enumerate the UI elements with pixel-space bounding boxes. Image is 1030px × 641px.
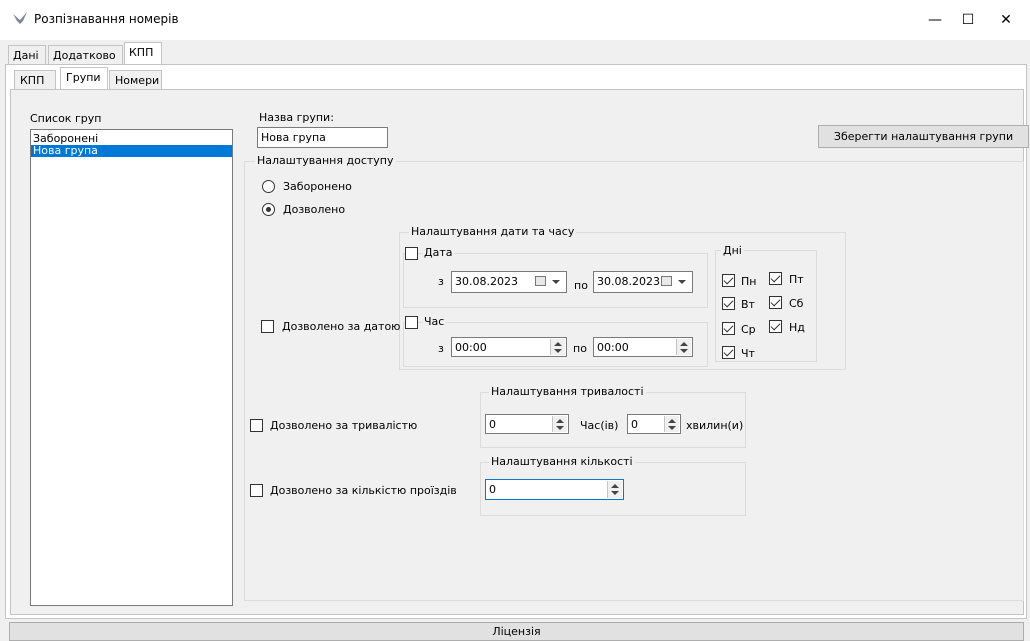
duration-minutes-spinner[interactable]	[664, 416, 679, 432]
access-settings-title: Налаштування доступу	[255, 154, 396, 167]
time-from-value: 00:00	[455, 341, 487, 354]
day-sun-checkbox[interactable]	[769, 320, 782, 333]
day-wed-label: Ср	[741, 323, 756, 336]
time-from-input[interactable]: 00:00	[451, 337, 567, 357]
day-tue-label: Вт	[741, 298, 755, 311]
duration-minutes-value: 0	[631, 418, 638, 431]
group-name-input[interactable]: Нова група	[257, 127, 388, 148]
allowed-label: Дозволено	[283, 203, 346, 216]
subtab-kpp[interactable]: КПП	[14, 70, 56, 89]
day-sun-label: Нд	[789, 321, 805, 334]
day-mon-checkbox[interactable]	[722, 274, 735, 287]
duration-hours-input[interactable]: 0	[485, 414, 569, 434]
calendar-icon[interactable]	[535, 276, 546, 286]
allowed-by-duration-checkbox[interactable]	[250, 419, 263, 432]
date-label: Дата	[422, 246, 455, 259]
time-label: Час	[422, 315, 447, 328]
duration-hours-spinner[interactable]	[552, 416, 567, 432]
count-value: 0	[489, 483, 496, 496]
day-wed-checkbox[interactable]	[722, 322, 735, 335]
day-tue-checkbox[interactable]	[722, 297, 735, 310]
forbidden-label: Заборонено	[283, 180, 352, 193]
title-bar: Розпізнавання номерів — ☐ ✕	[0, 0, 1030, 40]
allowed-radio[interactable]	[262, 203, 275, 216]
allowed-by-count-checkbox[interactable]	[250, 484, 263, 497]
subtab-numbers[interactable]: Номери	[109, 70, 162, 89]
license-status[interactable]: Ліцензія	[9, 622, 1024, 641]
group-list-label: Список груп	[30, 112, 102, 125]
access-settings-group	[244, 161, 1024, 601]
forbidden-radio[interactable]	[262, 180, 275, 193]
allowed-by-count-label: Дозволено за кількістю проїздів	[270, 484, 457, 497]
day-sat-label: Сб	[789, 297, 804, 310]
tab-additional[interactable]: Додатково	[48, 45, 123, 64]
day-thu-checkbox[interactable]	[722, 346, 735, 359]
day-fri-checkbox[interactable]	[769, 272, 782, 285]
date-to-label: по	[574, 279, 588, 292]
count-input[interactable]: 0	[485, 479, 624, 500]
duration-settings-title: Налаштування тривалості	[489, 385, 646, 398]
day-fri-label: Пт	[789, 273, 804, 286]
save-group-button[interactable]: Зберегти налаштування групи	[818, 125, 1029, 148]
date-from-label: з	[438, 275, 444, 288]
app-icon	[13, 12, 27, 24]
hours-label: Час(ів)	[580, 419, 619, 432]
group-listbox[interactable]: Заборонені Нова група	[30, 129, 233, 606]
subtab-groups[interactable]: Групи	[60, 67, 108, 89]
day-thu-label: Чт	[741, 347, 755, 360]
duration-minutes-input[interactable]: 0	[627, 414, 681, 434]
count-spinner[interactable]	[607, 481, 622, 498]
date-from-value: 30.08.2023	[455, 275, 518, 288]
minutes-label: хвилин(и)	[686, 419, 744, 432]
count-settings-title: Налаштування кількості	[489, 455, 635, 468]
calendar-icon[interactable]	[661, 276, 672, 286]
tab-kpp[interactable]: КПП	[124, 42, 162, 64]
time-checkbox[interactable]	[405, 316, 418, 329]
time-to-input[interactable]: 00:00	[593, 337, 693, 357]
close-button[interactable]: ✕	[983, 5, 1029, 35]
duration-hours-value: 0	[489, 418, 496, 431]
group-name-label: Назва групи:	[259, 111, 334, 124]
time-to-label: по	[573, 342, 587, 355]
time-to-spinner[interactable]	[676, 339, 691, 355]
day-sat-checkbox[interactable]	[769, 296, 782, 309]
list-item-selected[interactable]: Нова група	[31, 145, 232, 157]
time-from-label: з	[438, 342, 444, 355]
time-to-value: 00:00	[597, 341, 629, 354]
date-to-picker[interactable]: 30.08.2023	[593, 271, 693, 293]
tab-data[interactable]: Дані	[8, 45, 46, 64]
datetime-settings-title: Налаштування дати та часу	[409, 225, 577, 238]
date-from-picker[interactable]: 30.08.2023	[451, 271, 567, 293]
date-checkbox[interactable]	[405, 247, 418, 260]
time-from-spinner[interactable]	[550, 339, 565, 355]
date-to-value: 30.08.2023	[597, 275, 660, 288]
allowed-by-date-label: Дозволено за датою	[282, 320, 401, 333]
day-mon-label: Пн	[741, 275, 757, 288]
chevron-down-icon[interactable]	[552, 280, 560, 284]
days-title: Дні	[721, 244, 744, 257]
allowed-by-date-checkbox[interactable]	[261, 320, 274, 333]
window-title: Розпізнавання номерів	[34, 12, 179, 26]
allowed-by-duration-label: Дозволено за тривалістю	[270, 419, 418, 432]
chevron-down-icon[interactable]	[678, 280, 686, 284]
